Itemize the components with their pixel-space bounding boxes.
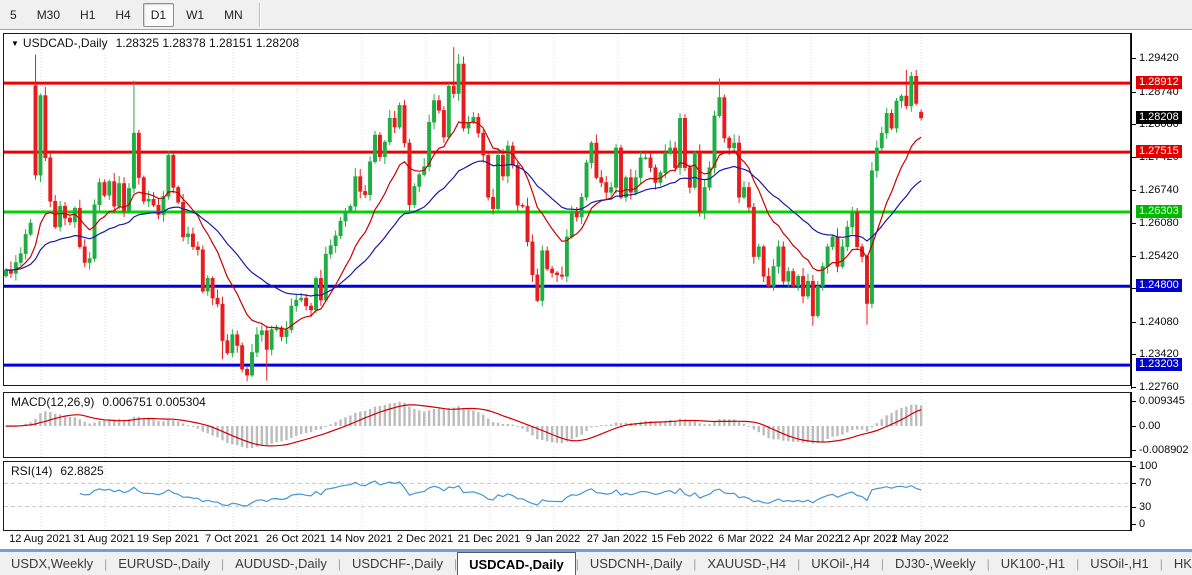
macd-values: 0.006751 0.005304	[102, 395, 205, 409]
price-tick-dash	[1132, 223, 1136, 224]
timeframe-button-h1[interactable]: H1	[72, 3, 103, 27]
price-tick-dash	[1132, 322, 1136, 323]
macd-tick-dash	[1132, 450, 1136, 451]
macd-label-row: MACD(12,26,9) 0.006751 0.005304	[11, 395, 206, 409]
toolbar-divider	[259, 3, 261, 27]
rsi-tick-dash	[1132, 483, 1136, 484]
macd-tick: 0.009345	[1139, 395, 1185, 407]
price-tick-dash	[1132, 387, 1136, 388]
rsi-tick-dash	[1132, 507, 1136, 508]
price-tick: 1.25420	[1139, 250, 1179, 262]
price-tick: 1.22760	[1139, 381, 1179, 393]
date-label: 15 Feb 2022	[651, 533, 713, 545]
price-tick-dash	[1132, 92, 1136, 93]
current-price-badge: 1.28208	[1136, 111, 1182, 124]
tab-audusd-daily[interactable]: AUDUSD-,Daily	[224, 552, 338, 575]
price-tick: 1.26080	[1139, 217, 1179, 229]
timeframe-button-h4[interactable]: H4	[107, 3, 138, 27]
tab-usoil-h1[interactable]: USOil-,H1	[1079, 552, 1160, 575]
tab-uk100-h1[interactable]: UK100-,H1	[990, 552, 1076, 575]
macd-label: MACD(12,26,9)	[11, 395, 94, 409]
macd-axis-line	[1131, 392, 1132, 458]
price-tick-dash	[1132, 58, 1136, 59]
date-label: 6 Mar 2022	[718, 533, 774, 545]
rsi-tick-dash	[1132, 524, 1136, 525]
date-label: 1 May 2022	[891, 533, 948, 545]
date-label: 26 Oct 2021	[266, 533, 326, 545]
level-price-badge: 1.23203	[1136, 358, 1182, 371]
rsi-axis-line	[1131, 461, 1132, 531]
tab-hk50-h1[interactable]: HK50-,H1	[1163, 552, 1192, 575]
timeframe-button-m30[interactable]: M30	[29, 3, 68, 27]
date-label: 9 Jan 2022	[526, 533, 580, 545]
timeframe-button-5[interactable]: 5	[2, 3, 25, 27]
trading-terminal-window: 5M30H1H4D1W1MN ▼ USDCAD-,Daily 1.28325 1.2…	[0, 0, 1192, 575]
chart-ohlc-quote: 1.28325 1.28378 1.28151 1.28208	[116, 36, 300, 50]
macd-tick: 0.00	[1139, 420, 1160, 432]
rsi-panel[interactable]: RSI(14) 62.8825	[3, 461, 1131, 531]
level-price-badge: 1.28912	[1136, 76, 1182, 89]
timeframe-toolbar: 5M30H1H4D1W1MN	[0, 0, 1192, 30]
price-tick-dash	[1132, 190, 1136, 191]
level-price-badge: 1.24800	[1136, 279, 1182, 292]
timeframe-button-w1[interactable]: W1	[178, 3, 212, 27]
price-axis-line	[1131, 33, 1132, 389]
main-chart-canvas[interactable]	[4, 34, 1130, 385]
tab-usdcnh-daily[interactable]: USDCNH-,Daily	[579, 552, 693, 575]
tab-usdchf-daily[interactable]: USDCHF-,Daily	[341, 552, 454, 575]
collapse-triangle-icon[interactable]: ▼	[11, 39, 19, 48]
macd-tick: -0.008902	[1139, 444, 1189, 456]
main-chart-panel[interactable]: ▼ USDCAD-,Daily 1.28325 1.28378 1.28151 1.…	[3, 33, 1131, 386]
price-axis: 1.294201.287401.280801.274201.267401.260…	[1131, 30, 1192, 549]
rsi-label-row: RSI(14) 62.8825	[11, 464, 104, 478]
date-label: 27 Jan 2022	[587, 533, 648, 545]
date-label: 2 Dec 2021	[397, 533, 453, 545]
tab-usdcad-daily[interactable]: USDCAD-,Daily	[457, 552, 576, 575]
price-tick-dash	[1132, 256, 1136, 257]
date-label: 12 Aug 2021	[9, 533, 71, 545]
macd-tick-dash	[1132, 426, 1136, 427]
timeframe-button-d1[interactable]: D1	[143, 3, 174, 27]
rsi-tick: 0	[1139, 518, 1145, 530]
tab-ukoil-h4[interactable]: UKOil-,H4	[800, 552, 881, 575]
price-tick-dash	[1132, 124, 1136, 125]
rsi-tick: 70	[1139, 477, 1151, 489]
date-label: 19 Sep 2021	[137, 533, 199, 545]
level-price-badge: 1.26303	[1136, 205, 1182, 218]
date-label: 31 Aug 2021	[73, 533, 135, 545]
date-label: 12 Apr 2022	[838, 533, 897, 545]
timeframe-button-mn[interactable]: MN	[216, 3, 251, 27]
level-price-badge: 1.27515	[1136, 145, 1182, 158]
price-tick-dash	[1132, 354, 1136, 355]
rsi-canvas[interactable]	[4, 462, 1130, 530]
date-label: 14 Nov 2021	[330, 533, 392, 545]
date-label: 7 Oct 2021	[205, 533, 259, 545]
chart-symbol-label: USDCAD-,Daily	[23, 36, 108, 50]
rsi-value: 62.8825	[60, 464, 103, 478]
macd-panel[interactable]: MACD(12,26,9) 0.006751 0.005304	[3, 392, 1131, 458]
tab-eurusd-daily[interactable]: EURUSD-,Daily	[107, 552, 221, 575]
date-label: 24 Mar 2022	[779, 533, 841, 545]
tab-usdx-weekly[interactable]: USDX,Weekly	[0, 552, 104, 575]
macd-tick-dash	[1132, 401, 1136, 402]
rsi-tick-dash	[1132, 466, 1136, 467]
tab-dj30-weekly[interactable]: DJ30-,Weekly	[884, 552, 987, 575]
price-tick: 1.24080	[1139, 316, 1179, 328]
rsi-label: RSI(14)	[11, 464, 52, 478]
chart-tabbar: USDX,Weekly|EURUSD-,Daily|AUDUSD-,Daily|…	[0, 551, 1192, 575]
rsi-tick: 100	[1139, 460, 1157, 472]
rsi-tick: 30	[1139, 501, 1151, 513]
date-label: 21 Dec 2021	[458, 533, 520, 545]
tab-xauusd-h4[interactable]: XAUUSD-,H4	[696, 552, 797, 575]
chart-title: ▼ USDCAD-,Daily 1.28325 1.28378 1.28151 1.…	[11, 36, 299, 50]
price-tick: 1.26740	[1139, 184, 1179, 196]
price-tick: 1.29420	[1139, 52, 1179, 64]
